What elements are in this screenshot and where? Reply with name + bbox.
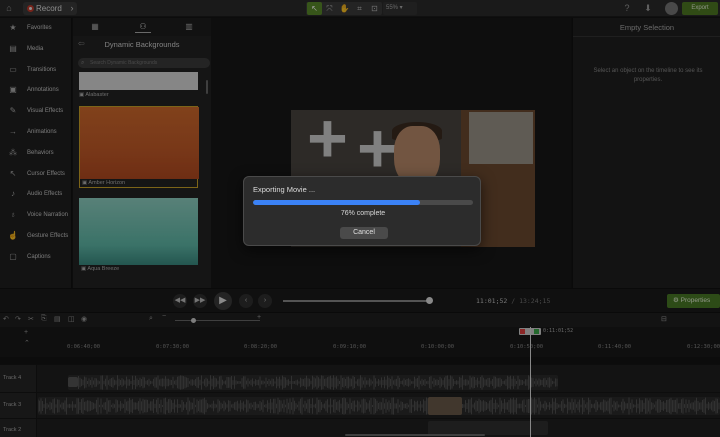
export-progress-bar [253,200,473,205]
dialog-title: Exporting Movie ... [253,185,316,194]
export-progress-fill [253,200,421,205]
export-dialog: Exporting Movie ... 76% complete Cancel [243,176,481,246]
export-progress-label: 76% complete [340,210,386,217]
cancel-button[interactable]: Cancel [340,227,388,239]
